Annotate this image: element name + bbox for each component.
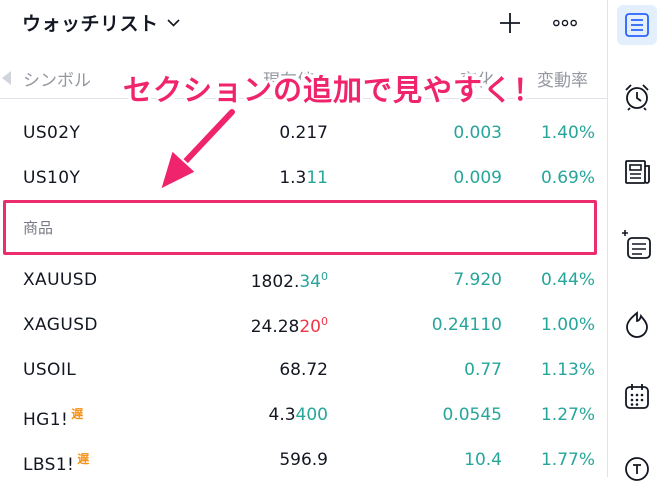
change-percent: 1.00% (540, 315, 595, 335)
more-dots-icon (553, 19, 577, 27)
chevron-down-icon (166, 18, 180, 27)
last-price: 24.28200 (250, 315, 328, 337)
alarm-clock-icon (625, 84, 649, 111)
watchlist-title: ウォッチリスト (22, 13, 159, 35)
symbol-name: XAGUSD (23, 315, 98, 335)
last-price: 1802.340 (250, 270, 328, 292)
news-icon (625, 160, 650, 184)
change-value: 10.4 (464, 450, 502, 470)
change-value: 0.0545 (442, 405, 502, 425)
change-value: 0.003 (453, 123, 502, 143)
right-sidebar (607, 0, 665, 481)
sidebar-item-alerts[interactable] (617, 77, 657, 117)
table-row[interactable]: HG1! 遅 4.3400 0.0545 1.27% (0, 394, 607, 439)
sidebar-item-data-window[interactable] (617, 226, 657, 266)
calendar-icon (625, 384, 649, 409)
change-percent: 1.13% (540, 360, 595, 380)
column-symbol[interactable]: シンボル (23, 66, 91, 91)
symbol-name: US10Y (23, 168, 81, 188)
last-price: 596.9 (279, 450, 328, 470)
plus-icon (500, 13, 520, 33)
symbol-name: LBS1! 遅 (23, 452, 90, 475)
scroll-left-icon[interactable] (2, 71, 11, 85)
sidebar-item-hotlists[interactable] (617, 304, 657, 344)
last-price: 1.311 (279, 168, 328, 188)
sidebar-item-watchlist[interactable] (617, 5, 657, 45)
table-row[interactable]: XAGUSD 24.28200 0.24110 1.00% (0, 304, 607, 349)
watchlist-selector[interactable]: ウォッチリスト (22, 9, 180, 36)
change-value: 7.920 (453, 270, 502, 290)
more-options-button[interactable] (552, 10, 578, 36)
change-percent: 1.40% (540, 123, 595, 143)
add-symbol-button[interactable] (497, 10, 523, 36)
data-window-icon (622, 230, 651, 259)
symbol-list: US02Y 0.217 0.003 1.40% US10Y 1.311 0.00… (0, 112, 607, 484)
watchlist-icon (625, 13, 649, 37)
column-change-pct[interactable]: 変動率 (537, 66, 588, 91)
change-percent: 1.27% (540, 405, 595, 425)
symbol-name: USOIL (23, 360, 77, 380)
table-row[interactable]: US02Y 0.217 0.003 1.40% (0, 112, 607, 157)
change-percent: 0.69% (540, 168, 595, 188)
table-row[interactable]: USOIL 68.72 0.77 1.13% (0, 349, 607, 394)
change-percent: 1.77% (540, 450, 595, 470)
change-percent: 0.44% (540, 270, 595, 290)
watchlist-header: ウォッチリスト (0, 0, 607, 46)
sidebar-item-calendar[interactable] (617, 376, 657, 416)
symbol-name: XAUUSD (23, 270, 98, 290)
symbol-name: US02Y (23, 123, 81, 143)
delayed-badge: 遅 (77, 452, 90, 466)
change-value: 0.24110 (431, 315, 502, 335)
table-row[interactable]: LBS1! 遅 596.9 10.4 1.77% (0, 439, 607, 484)
section-highlight-box (3, 200, 597, 255)
change-value: 0.009 (453, 168, 502, 188)
last-price: 4.3400 (268, 405, 329, 425)
sidebar-item-news[interactable] (617, 152, 657, 192)
ideas-icon (625, 457, 649, 481)
watchlist-panel: ウォッチリスト シンボル 現在値 変化 変動率 US02Y 0.217 0.00… (0, 0, 607, 477)
sidebar-item-ideas[interactable] (617, 449, 657, 489)
delayed-badge: 遅 (71, 407, 84, 421)
annotation-callout: セクションの追加で見やすく！ (123, 73, 544, 107)
table-row[interactable]: US10Y 1.311 0.009 0.69% (0, 157, 607, 202)
last-price: 0.217 (279, 123, 328, 143)
last-price: 68.72 (279, 360, 328, 380)
table-row[interactable]: XAUUSD 1802.340 7.920 0.44% (0, 259, 607, 304)
hotlist-icon (626, 311, 648, 338)
change-value: 0.77 (464, 360, 502, 380)
symbol-name: HG1! 遅 (23, 407, 84, 430)
